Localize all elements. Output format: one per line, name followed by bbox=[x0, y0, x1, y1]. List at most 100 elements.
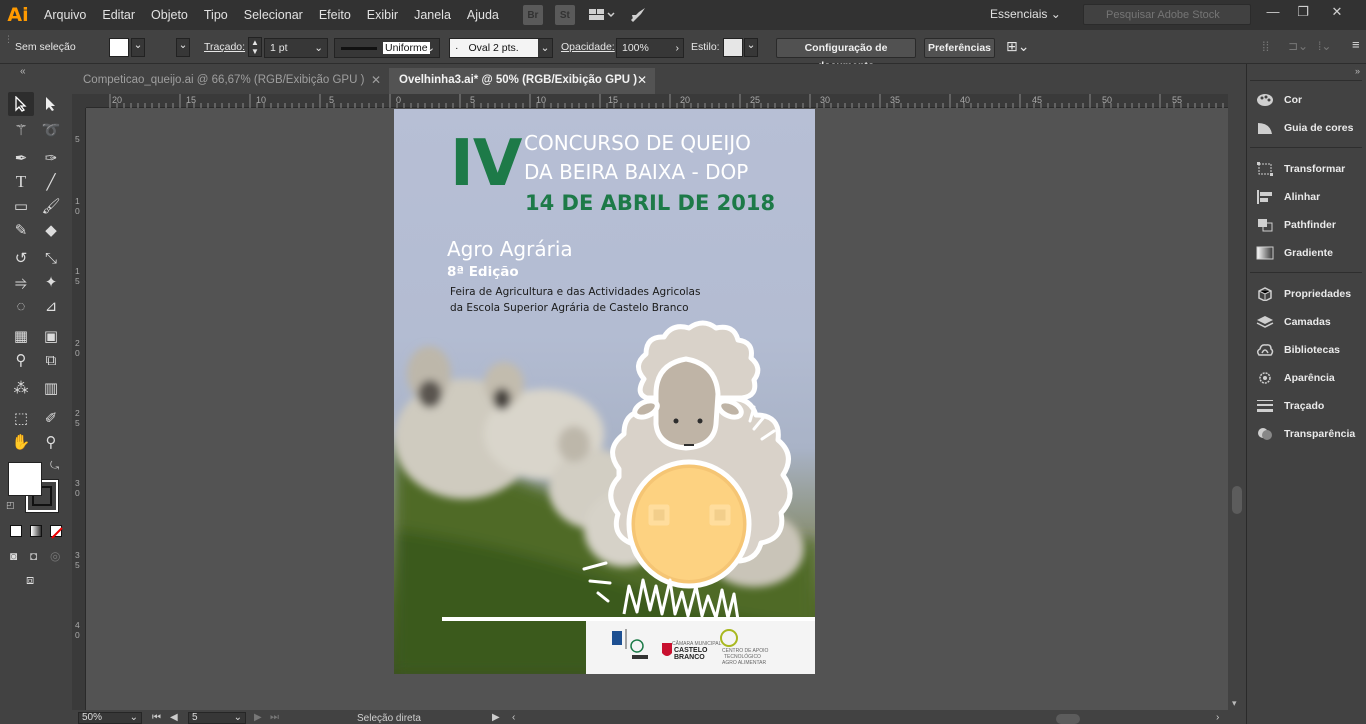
scroll-down-icon[interactable]: ▾ bbox=[1232, 698, 1237, 709]
panel-properties[interactable]: Propriedades bbox=[1256, 284, 1351, 304]
arrange-icon[interactable]: ⊞⌄ bbox=[1006, 38, 1029, 55]
width-tool-icon[interactable]: ⥤ bbox=[8, 270, 34, 294]
panel-stroke[interactable]: Traçado bbox=[1256, 396, 1324, 416]
column-graph-tool-icon[interactable]: ▥ bbox=[38, 376, 64, 400]
stock-search-input[interactable] bbox=[1083, 4, 1251, 25]
last-artboard-icon[interactable]: ⏭ bbox=[270, 712, 279, 723]
stroke-weight-field[interactable]: 1 pt ⌄ bbox=[264, 38, 328, 58]
blend-tool-icon[interactable]: ⧉ bbox=[38, 348, 64, 372]
scroll-thumb[interactable] bbox=[1232, 486, 1242, 514]
tab-competicao-queijo[interactable]: Competicao_queijo.ai @ 66,67% (RGB/Exibi… bbox=[73, 68, 389, 94]
shaper-tool-icon[interactable]: ✎ bbox=[8, 218, 34, 242]
mesh-tool-icon[interactable]: ▦ bbox=[8, 324, 34, 348]
menu-selecionar[interactable]: Selecionar bbox=[236, 0, 311, 30]
menu-arquivo[interactable]: Arquivo bbox=[36, 0, 94, 30]
vertical-scrollbar[interactable]: ▾ bbox=[1228, 94, 1246, 710]
scroll-left-icon[interactable]: ‹ bbox=[512, 712, 515, 723]
align-options-icon[interactable]: ⁞⁞ bbox=[1262, 39, 1269, 54]
menu-janela[interactable]: Janela bbox=[406, 0, 459, 30]
stroke-dropdown-icon[interactable]: ⌄ bbox=[176, 38, 190, 57]
menu-objeto[interactable]: Objeto bbox=[143, 0, 196, 30]
maximize-button[interactable]: ❐ bbox=[1292, 4, 1314, 22]
tab-ovelhinha3[interactable]: Ovelhinha3.ai* @ 50% (RGB/Exibição GPU )… bbox=[389, 68, 655, 94]
panel-color[interactable]: Cor bbox=[1256, 90, 1302, 110]
perspective-grid-tool-icon[interactable]: ⊿ bbox=[38, 294, 64, 318]
color-mode-icon[interactable] bbox=[10, 525, 22, 537]
artboard[interactable]: IV CONCURSO DE QUEIJO DA BEIRA BAIXA - D… bbox=[394, 109, 815, 674]
menu-efeito[interactable]: Efeito bbox=[311, 0, 359, 30]
gradient-mode-icon[interactable] bbox=[30, 525, 42, 537]
scroll-right-icon[interactable]: › bbox=[1216, 712, 1219, 723]
panel-menu-icon[interactable]: ≡ bbox=[1352, 37, 1360, 52]
status-menu-icon[interactable]: ▶ bbox=[492, 712, 500, 723]
menu-exibir[interactable]: Exibir bbox=[359, 0, 406, 30]
variable-width-profile[interactable]: Uniforme ⌄ bbox=[334, 38, 440, 58]
stroke-stepper[interactable]: ▲ ▼ bbox=[248, 37, 262, 57]
shape-builder-tool-icon[interactable]: ◌ bbox=[8, 294, 34, 318]
lasso-tool-icon[interactable]: ➰ bbox=[38, 118, 64, 142]
draw-normal-icon[interactable]: ◙ bbox=[10, 549, 17, 563]
symbol-sprayer-tool-icon[interactable]: ⁂ bbox=[8, 376, 34, 400]
menu-ajuda[interactable]: Ajuda bbox=[459, 0, 507, 30]
panel-transform[interactable]: Transformar bbox=[1256, 159, 1345, 179]
none-mode-icon[interactable] bbox=[50, 525, 63, 539]
paintbrush-tool-icon[interactable]: 🖌 bbox=[38, 194, 64, 218]
close-icon[interactable]: ✕ bbox=[637, 68, 647, 92]
fill-dropdown-icon[interactable]: ⌄ bbox=[131, 38, 145, 57]
opacity-label[interactable]: Opacidade: bbox=[561, 41, 615, 53]
panel-pathfinder[interactable]: Pathfinder bbox=[1256, 215, 1336, 235]
next-artboard-icon[interactable]: ▶ bbox=[254, 712, 262, 723]
eyedropper-tool-icon[interactable]: ⚲ bbox=[8, 348, 34, 372]
swap-colors-icon[interactable]: ⤿ bbox=[50, 460, 59, 473]
pen-tool-icon[interactable]: ✒ bbox=[8, 146, 34, 170]
direct-selection-tool-icon[interactable] bbox=[38, 92, 64, 116]
gradient-tool-icon[interactable]: ▣ bbox=[38, 324, 64, 348]
style-dropdown-icon[interactable]: ⌄ bbox=[744, 38, 758, 57]
close-icon[interactable]: ✕ bbox=[371, 68, 381, 92]
document-setup-button[interactable]: Configuração de documento bbox=[776, 38, 916, 72]
screen-mode-icon[interactable]: ⧈ bbox=[26, 572, 34, 588]
line-tool-icon[interactable]: ╱ bbox=[38, 170, 64, 194]
brush-definition[interactable]: · Oval 2 pts. ⌄ bbox=[449, 38, 553, 58]
panel-gradient[interactable]: Gradiente bbox=[1256, 243, 1333, 263]
isolate-icon[interactable]: ⁞⌄ bbox=[1318, 39, 1331, 53]
zoom-field[interactable]: 50% ⌄ bbox=[78, 712, 142, 724]
transform-options-icon[interactable]: ⊐⌄ bbox=[1288, 39, 1308, 53]
magic-wand-tool-icon[interactable]: ⚚ bbox=[8, 118, 34, 142]
panel-appearance[interactable]: Aparência bbox=[1256, 368, 1335, 388]
menu-tipo[interactable]: Tipo bbox=[196, 0, 236, 30]
minimize-button[interactable]: — bbox=[1262, 4, 1284, 22]
vertical-ruler[interactable]: 5 1 0 1 5 2 0 2 5 3 0 3 5 4 0 bbox=[72, 108, 86, 710]
panel-transparency[interactable]: Transparência bbox=[1256, 424, 1355, 444]
menu-editar[interactable]: Editar bbox=[94, 0, 143, 30]
stroke-label[interactable]: Traçado: bbox=[204, 41, 245, 53]
stock-button[interactable]: St bbox=[554, 5, 575, 25]
ruler-corner[interactable] bbox=[72, 94, 86, 108]
prev-artboard-icon[interactable]: ◀ bbox=[170, 712, 178, 723]
arrange-documents-icon[interactable] bbox=[588, 8, 615, 22]
artboard-tool-icon[interactable]: ⬚ bbox=[8, 406, 34, 430]
collapse-panels-icon[interactable]: » bbox=[1355, 66, 1360, 76]
slice-tool-icon[interactable]: ✐ bbox=[38, 406, 64, 430]
artboard-number-field[interactable]: 5 ⌄ bbox=[188, 712, 246, 724]
opacity-field[interactable]: 100% › bbox=[616, 38, 684, 58]
panel-color-guide[interactable]: Guia de cores bbox=[1256, 118, 1353, 138]
zoom-tool-icon[interactable]: ⚲ bbox=[38, 430, 64, 454]
scale-tool-icon[interactable]: ⤡ bbox=[38, 246, 64, 270]
fill-color-front[interactable] bbox=[8, 462, 42, 496]
horizontal-scroll-thumb[interactable] bbox=[1056, 714, 1080, 724]
puppet-warp-tool-icon[interactable]: ✦ bbox=[38, 270, 64, 294]
collapse-icon[interactable]: « bbox=[20, 66, 26, 77]
curvature-tool-icon[interactable]: ✑ bbox=[38, 146, 64, 170]
bridge-button[interactable]: Br bbox=[522, 5, 543, 25]
selection-tool-icon[interactable] bbox=[8, 92, 34, 116]
gpu-performance-icon[interactable] bbox=[629, 6, 647, 24]
panel-libraries[interactable]: Bibliotecas bbox=[1256, 340, 1340, 360]
rectangle-tool-icon[interactable]: ▭ bbox=[8, 194, 34, 218]
draw-inside-icon[interactable]: ◎ bbox=[50, 549, 60, 563]
default-colors-icon[interactable]: ◰ bbox=[6, 500, 15, 511]
type-tool-icon[interactable]: T bbox=[8, 170, 34, 194]
panel-layers[interactable]: Camadas bbox=[1256, 312, 1331, 332]
draw-behind-icon[interactable]: ◘ bbox=[30, 549, 37, 563]
horizontal-ruler[interactable]: 20 15 10 5 0 5 10 15 20 25 30 35 40 45 5… bbox=[86, 94, 1228, 108]
